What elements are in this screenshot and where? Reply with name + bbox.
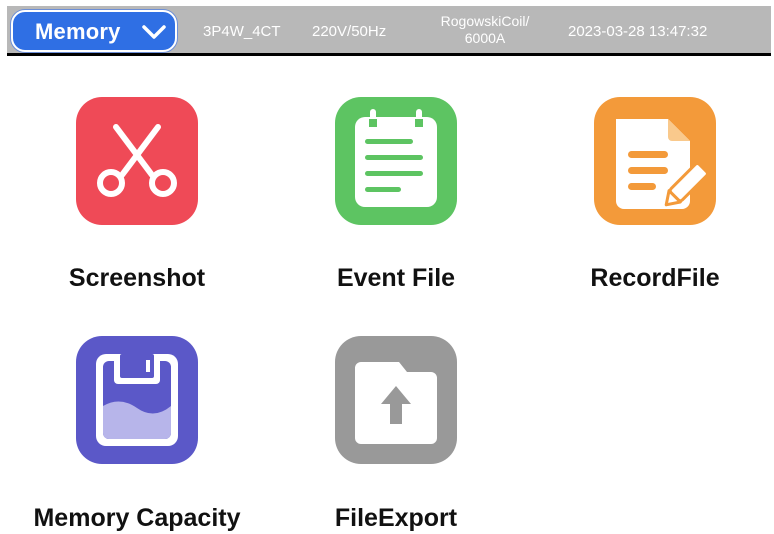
menu-dropdown-button[interactable]: Memory bbox=[11, 10, 177, 52]
tile-label-file-export: FileExport bbox=[334, 504, 458, 532]
status-bar: Memory 3P4W_4CT 220V/50Hz RogowskiCoil/ … bbox=[7, 6, 771, 56]
tile-label-memory-capacity: Memory Capacity bbox=[33, 504, 241, 532]
storage-capacity-icon[interactable] bbox=[76, 336, 198, 464]
wiring-mode-text: 3P4W_4CT bbox=[203, 23, 281, 40]
chevron-down-icon bbox=[142, 25, 166, 39]
menu-label: Memory bbox=[35, 19, 121, 44]
calendar-list-icon[interactable] bbox=[335, 97, 457, 225]
document-edit-icon[interactable] bbox=[594, 97, 716, 225]
datetime-text: 2023-03-28 13:47:32 bbox=[568, 23, 708, 40]
tile-label-screenshot: Screenshot bbox=[68, 264, 206, 292]
tile-label-record-file: RecordFile bbox=[590, 264, 720, 292]
tile-label-event-file: Event File bbox=[336, 264, 456, 292]
sensor-text: RogowskiCoil/ 6000A bbox=[425, 13, 545, 47]
scissors-icon[interactable] bbox=[76, 97, 198, 225]
voltage-frequency-text: 220V/50Hz bbox=[312, 23, 387, 40]
sensor-range-text: 6000A bbox=[464, 30, 506, 46]
sensor-type-text: RogowskiCoil/ bbox=[440, 13, 530, 29]
folder-upload-icon[interactable] bbox=[335, 336, 457, 464]
